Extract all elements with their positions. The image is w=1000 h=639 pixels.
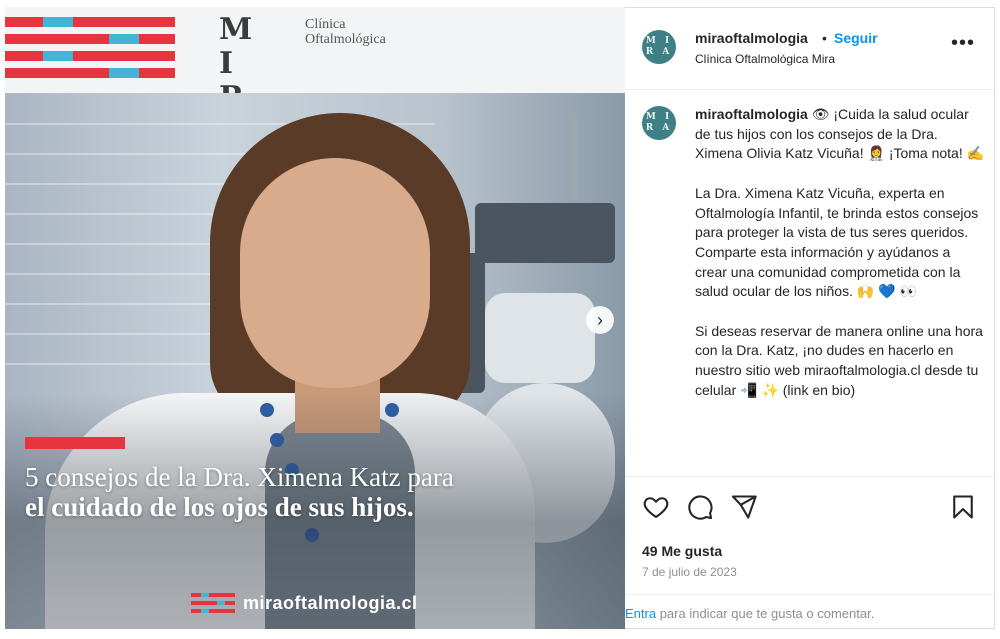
header-subtitle: Clínica Oftalmológica Mira [695,52,836,66]
logo-subtitle: Clínica Oftalmológica [305,17,386,47]
post-headline: 5 consejos de la Dra. Ximena Katz para e… [25,462,605,522]
share-icon[interactable] [730,493,758,521]
separator-dot: • [822,30,827,46]
mini-flag-logo [191,593,235,613]
avatar[interactable]: M IR A [642,30,676,64]
chevron-right-icon: › [597,309,603,330]
caption-paragraph-3: Si deseas reservar de manera online una … [695,322,983,398]
headline-line2: el cuidado de los ojos de sus hijos. [25,492,414,522]
logo-sub-line1: Clínica [305,17,346,32]
headline-line1: 5 consejos de la Dra. Ximena Katz para [25,462,454,492]
next-slide-button[interactable]: › [586,306,614,334]
comment-prompt: Entra para indicar que te gusta o coment… [625,606,874,621]
likes-count[interactable]: 49 Me gusta [642,543,722,559]
footer-url: miraoftalmologia.cl [243,592,418,613]
doctor-photo [5,93,625,629]
flag-logo [5,17,175,79]
login-link[interactable]: Entra [625,606,656,621]
post-side-panel: M IR A miraoftalmologia • Seguir Clínica… [625,7,995,629]
post-image: M I R A Clínica Oftalmológica [5,7,625,629]
post-actions: 49 Me gusta 7 de julio de 2023 Entra par… [625,476,994,630]
bookmark-icon[interactable] [949,493,977,521]
heart-icon[interactable] [642,493,670,521]
caption-area: M IR A miraoftalmologia 👁 ¡Cuida la salu… [625,91,994,476]
image-brand-header: M I R A Clínica Oftalmológica [5,7,625,149]
caption-username[interactable]: miraoftalmologia [695,106,808,122]
header-username[interactable]: miraoftalmologia [695,30,808,46]
footer-brand: miraoftalmologia.cl [191,592,418,614]
logo-letters-top: M I [219,12,271,81]
more-options-icon[interactable]: ••• [951,33,975,53]
comment-icon[interactable] [686,493,714,521]
post-header: M IR A miraoftalmologia • Seguir Clínica… [625,8,994,90]
caption-avatar[interactable]: M IR A [642,106,676,140]
caption-paragraph-2: La Dra. Ximena Katz Vicuña, experta en O… [695,184,979,300]
red-accent-bar [25,437,125,449]
logo-sub-line2: Oftalmológica [305,32,386,47]
comment-bar: Entra para indicar que te gusta o coment… [625,594,994,630]
comment-prompt-rest: para indicar que te gusta o comentar. [656,606,875,621]
post-caption: miraoftalmologia 👁 ¡Cuida la salud ocula… [695,105,985,420]
mira-logo: M I R A [219,12,295,149]
follow-button[interactable]: Seguir [834,30,878,46]
post-date[interactable]: 7 de julio de 2023 [642,565,737,579]
